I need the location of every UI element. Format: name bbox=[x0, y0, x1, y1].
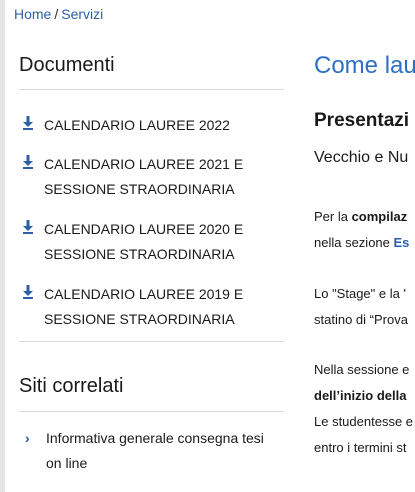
paragraph-1-bold: compilaz bbox=[351, 209, 408, 224]
documents-heading: Documenti bbox=[19, 54, 115, 76]
paragraph-3-line3: Le studentesse e bbox=[314, 414, 414, 429]
section-heading: Presentazi bbox=[314, 110, 410, 131]
breadcrumb-servizi-link[interactable]: Servizi bbox=[61, 6, 103, 22]
paragraph-1-text: Per la bbox=[314, 209, 352, 224]
related-label-line2[interactable]: on line bbox=[46, 451, 276, 476]
paragraph-3-line1: Nella sessione e bbox=[314, 362, 410, 377]
documents-divider bbox=[19, 89, 284, 90]
paragraph-1-line1: Per la compilaz bbox=[314, 209, 407, 224]
breadcrumb-separator: / bbox=[54, 6, 59, 22]
paragraph-1-link[interactable]: Es bbox=[394, 235, 410, 250]
download-icon bbox=[23, 116, 33, 130]
download-icon bbox=[23, 285, 33, 299]
paragraph-3-line2: dell’inizio della bbox=[314, 388, 407, 403]
document-label[interactable]: CALENDARIO LAUREE 2022 bbox=[44, 113, 274, 138]
paragraph-3-line4: entro i termini st bbox=[314, 440, 407, 455]
lead-text: Vecchio e Nu bbox=[314, 149, 409, 166]
download-icon bbox=[23, 220, 33, 234]
related-heading: Siti correlati bbox=[19, 375, 124, 397]
paragraph-1-line2: nella sezione Es bbox=[314, 235, 409, 250]
paragraph-1-text-2: nella sezione bbox=[314, 235, 394, 250]
related-top-divider bbox=[19, 341, 284, 342]
paragraph-2-line2: statino di “Prova bbox=[314, 312, 408, 327]
related-divider bbox=[19, 411, 284, 412]
document-label-line1[interactable]: CALENDARIO LAUREE 2020 E bbox=[44, 217, 274, 242]
document-label-line1[interactable]: CALENDARIO LAUREE 2019 E bbox=[44, 282, 274, 307]
chevron-right-icon: › bbox=[25, 430, 30, 446]
related-label-line1[interactable]: Informativa generale consegna tesi bbox=[46, 426, 276, 451]
breadcrumb: Home / Servizi bbox=[14, 6, 103, 22]
document-label-line2[interactable]: SESSIONE STRAORDINARIA bbox=[44, 242, 274, 267]
page-title: Come lau bbox=[314, 52, 415, 79]
left-edge-bar bbox=[0, 0, 5, 492]
breadcrumb-home-link[interactable]: Home bbox=[14, 6, 51, 22]
download-icon bbox=[23, 155, 33, 169]
document-label-line2[interactable]: SESSIONE STRAORDINARIA bbox=[44, 177, 274, 202]
document-label-line2[interactable]: SESSIONE STRAORDINARIA bbox=[44, 307, 274, 332]
document-label-line1[interactable]: CALENDARIO LAUREE 2021 E bbox=[44, 152, 274, 177]
paragraph-2-line1: Lo "Stage" e la ' bbox=[314, 286, 406, 301]
